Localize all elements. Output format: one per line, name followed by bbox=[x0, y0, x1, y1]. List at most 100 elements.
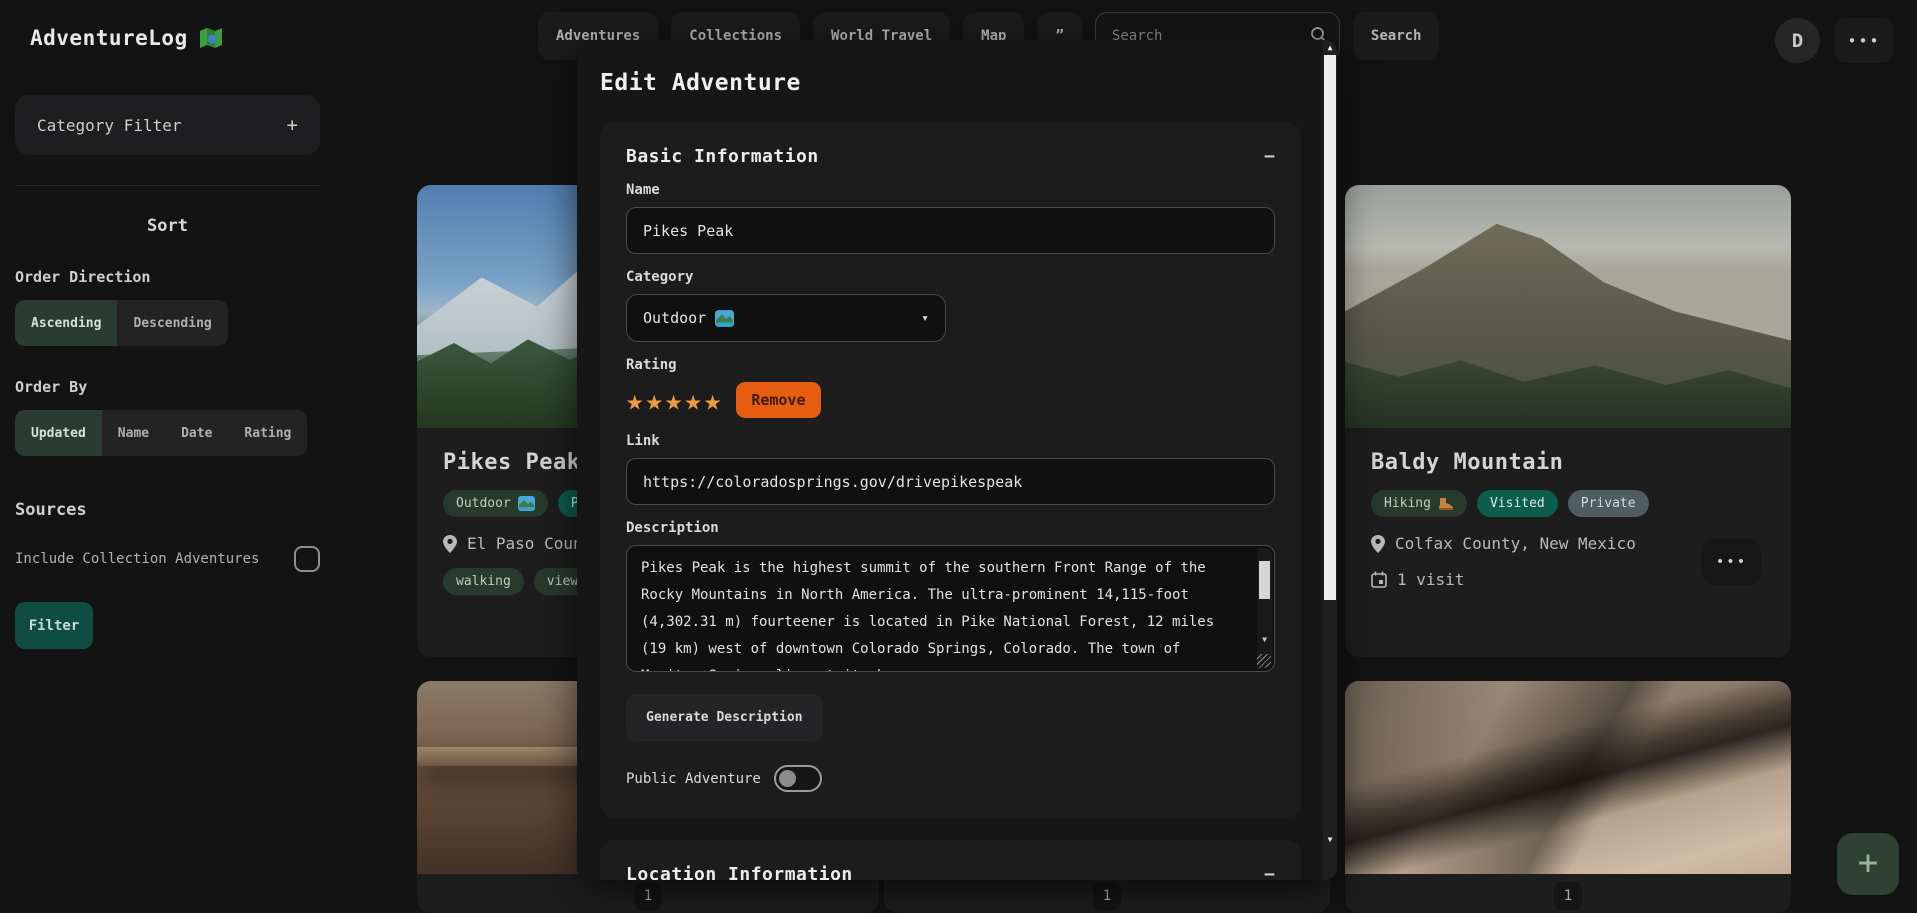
map-icon bbox=[198, 26, 224, 50]
modal-scrollbar[interactable]: ▲ ▼ bbox=[1323, 40, 1337, 880]
rating-label: Rating bbox=[626, 357, 1275, 373]
category-filter-label: Category Filter bbox=[37, 116, 182, 135]
calendar-icon bbox=[1371, 571, 1387, 588]
section-header: Basic Information − bbox=[626, 146, 1275, 167]
sidebar: Category Filter + Sort Order Direction A… bbox=[15, 95, 320, 649]
category-label: Category bbox=[626, 269, 1275, 285]
badge-label: Visited bbox=[1490, 496, 1545, 511]
chevron-down-icon: ▾ bbox=[921, 311, 929, 326]
category-filter-toggle[interactable]: Category Filter + bbox=[15, 95, 320, 155]
card-baldy-mountain[interactable]: 1 Baldy Mountain Hiking Visited Private bbox=[1345, 185, 1791, 657]
public-adventure-row: Public Adventure bbox=[626, 765, 1275, 792]
image-count-badge: 1 bbox=[634, 882, 662, 910]
image-count-badge: 1 bbox=[1093, 882, 1121, 910]
ellipsis-icon: ••• bbox=[1716, 554, 1747, 570]
map-pin-icon bbox=[443, 535, 457, 553]
include-collection-label: Include Collection Adventures bbox=[15, 551, 259, 567]
link-field[interactable] bbox=[626, 458, 1275, 505]
brand-name: AdventureLog bbox=[30, 26, 188, 50]
category-badge: Hiking bbox=[1371, 490, 1467, 517]
sort-title: Sort bbox=[15, 216, 320, 236]
basic-information-section: Basic Information − Name Category Outdoo… bbox=[600, 122, 1301, 818]
toggle-knob bbox=[779, 770, 796, 787]
park-icon bbox=[715, 310, 734, 327]
private-badge: Private bbox=[1568, 490, 1649, 517]
name-label: Name bbox=[626, 182, 1275, 198]
public-adventure-label: Public Adventure bbox=[626, 771, 761, 787]
order-by-label: Order By bbox=[15, 378, 320, 396]
park-icon bbox=[518, 496, 535, 511]
collapse-icon[interactable]: − bbox=[1264, 864, 1275, 880]
section-title: Location Information bbox=[626, 864, 853, 880]
modal-title: Edit Adventure bbox=[600, 70, 1301, 96]
card-menu-button[interactable]: ••• bbox=[1702, 539, 1761, 585]
category-value: Outdoor bbox=[643, 309, 706, 327]
brand[interactable]: AdventureLog bbox=[30, 26, 224, 50]
dunes-photo bbox=[1345, 681, 1791, 874]
edit-adventure-modal: Edit Adventure Basic Information − Name … bbox=[577, 40, 1337, 880]
order-by-rating[interactable]: Rating bbox=[228, 410, 307, 456]
description-textarea[interactable]: Pikes Peak is the highest summit of the … bbox=[626, 545, 1275, 672]
boot-icon bbox=[1438, 497, 1454, 511]
category-badge: Outdoor bbox=[443, 490, 548, 517]
navbar-overflow-button[interactable]: ••• bbox=[1835, 18, 1893, 63]
card-bottom-right-body: 1 bbox=[1345, 874, 1791, 910]
include-collection-checkbox[interactable] bbox=[294, 546, 320, 572]
divider bbox=[15, 185, 320, 186]
order-by-name[interactable]: Name bbox=[102, 410, 165, 456]
include-collection-row: Include Collection Adventures bbox=[15, 546, 320, 572]
category-select[interactable]: Outdoor ▾ bbox=[626, 294, 946, 342]
rating-row: ★★★★★ Remove bbox=[626, 382, 1275, 418]
search-button[interactable]: Search bbox=[1353, 12, 1440, 60]
avatar[interactable]: D bbox=[1775, 18, 1820, 63]
scroll-down-icon[interactable]: ▼ bbox=[1257, 626, 1272, 653]
order-direction-label: Order Direction bbox=[15, 268, 320, 286]
image-count-badge: 1 bbox=[1554, 388, 1582, 416]
navbar-right: D ••• bbox=[1775, 18, 1893, 63]
filter-button[interactable]: Filter bbox=[15, 602, 93, 649]
location-text: El Paso Coun bbox=[467, 534, 583, 553]
ellipsis-icon: ••• bbox=[1847, 32, 1880, 50]
order-direction-descending[interactable]: Descending bbox=[117, 300, 227, 346]
scroll-down-icon[interactable]: ▼ bbox=[1323, 835, 1337, 844]
badge-row: Hiking Visited Private bbox=[1371, 490, 1765, 517]
remove-rating-button[interactable]: Remove bbox=[736, 382, 820, 418]
badge-label: Private bbox=[1581, 496, 1636, 511]
visited-badge: Visited bbox=[1477, 490, 1558, 517]
add-adventure-fab[interactable]: + bbox=[1837, 833, 1899, 895]
location-information-section: Location Information − Location bbox=[600, 840, 1301, 880]
card-bottom-right[interactable]: 1 bbox=[1345, 681, 1791, 913]
generate-description-button[interactable]: Generate Description bbox=[626, 694, 823, 741]
scroll-up-icon[interactable]: ▲ bbox=[1323, 43, 1337, 52]
textarea-scrollbar[interactable]: ▲ ▼ bbox=[1257, 548, 1272, 669]
location-text: Colfax County, New Mexico bbox=[1395, 534, 1636, 553]
card-title: Baldy Mountain bbox=[1371, 450, 1765, 475]
visits-text: 1 visit bbox=[1397, 570, 1464, 589]
map-pin-icon bbox=[1371, 535, 1385, 553]
app: AdventureLog Adventures Collections Worl… bbox=[0, 0, 1917, 913]
scrollbar-thumb[interactable] bbox=[1259, 561, 1270, 599]
badge-label: Outdoor bbox=[456, 496, 511, 511]
section-title: Basic Information bbox=[626, 146, 819, 167]
section-header: Location Information − bbox=[626, 864, 1275, 880]
link-label: Link bbox=[626, 433, 1275, 449]
badge-label: Hiking bbox=[1384, 496, 1431, 511]
tag: walking bbox=[443, 568, 524, 595]
order-direction-ascending[interactable]: Ascending bbox=[15, 300, 117, 346]
name-field[interactable] bbox=[626, 207, 1275, 254]
baldy-mountain-photo: 1 bbox=[1345, 185, 1791, 428]
scrollbar-thumb[interactable] bbox=[1324, 55, 1336, 600]
order-by-updated[interactable]: Updated bbox=[15, 410, 102, 456]
public-adventure-toggle[interactable] bbox=[774, 765, 822, 792]
description-text: Pikes Peak is the highest summit of the … bbox=[641, 560, 1214, 672]
sources-label: Sources bbox=[15, 500, 320, 520]
collapse-icon[interactable]: − bbox=[1264, 146, 1275, 167]
resize-handle[interactable] bbox=[1257, 654, 1271, 668]
order-by-date[interactable]: Date bbox=[165, 410, 228, 456]
order-by-group: Updated Name Date Rating bbox=[15, 410, 307, 456]
order-direction-group: Ascending Descending bbox=[15, 300, 228, 346]
plus-icon: + bbox=[287, 114, 298, 136]
baldy-mountain-body: Baldy Mountain Hiking Visited Private bbox=[1345, 428, 1791, 611]
image-count-badge: 1 bbox=[1554, 882, 1582, 910]
star-rating[interactable]: ★★★★★ bbox=[626, 386, 723, 415]
